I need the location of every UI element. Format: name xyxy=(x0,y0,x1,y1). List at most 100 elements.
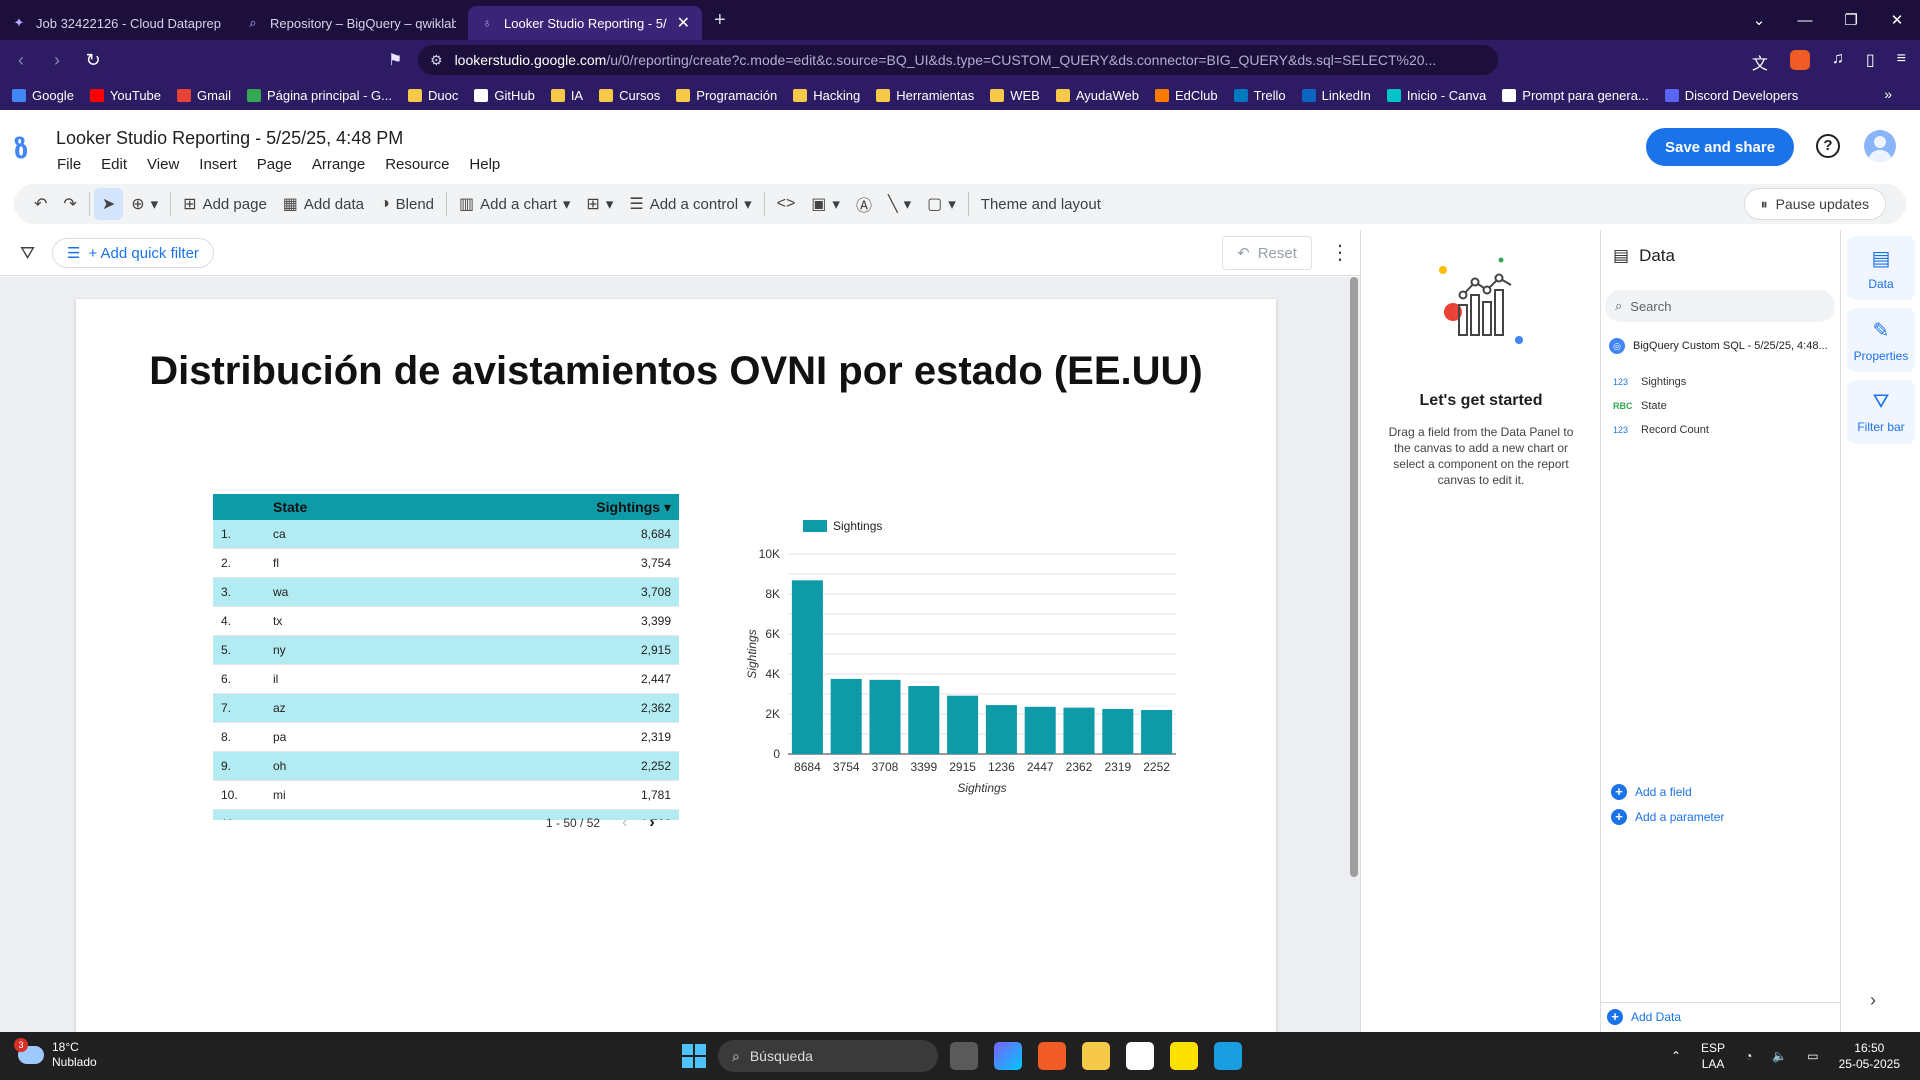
embed-button[interactable]: <> xyxy=(769,188,804,220)
tab-filter-bar[interactable]: ⛛ Filter bar xyxy=(1847,380,1915,444)
table-row[interactable]: 9. oh 2,252 xyxy=(213,752,679,781)
new-tab-button[interactable]: + xyxy=(702,9,738,32)
table-row[interactable]: 3. wa 3,708 xyxy=(213,578,679,607)
save-and-share-button[interactable]: Save and share xyxy=(1646,128,1794,166)
chevron-right-icon[interactable]: › xyxy=(1870,990,1876,1011)
weather-widget[interactable]: 3 18°C Nublado xyxy=(14,1038,97,1070)
sightings-bar-chart[interactable]: Sightings 0 2K 4K 6K 8K 10K 8684 3754 3708 3399 291… xyxy=(736,499,1196,809)
bookmark-item[interactable]: Inicio - Canva xyxy=(1386,88,1486,103)
menu-view[interactable]: View xyxy=(147,156,179,173)
close-icon[interactable]: ✕ xyxy=(677,13,690,33)
add-control-button[interactable]: ☰ Add a control ▾ xyxy=(621,188,759,220)
table-row[interactable]: 5. ny 2,915 xyxy=(213,636,679,665)
avatar[interactable] xyxy=(1864,130,1896,162)
site-settings-icon[interactable]: ⚙ xyxy=(430,52,443,69)
zoom-button[interactable]: ⊕ ▾ xyxy=(123,188,166,220)
brave-shield-icon[interactable] xyxy=(1789,50,1810,70)
add-data-source-button[interactable]: + Add Data xyxy=(1607,1009,1681,1025)
shape-button[interactable]: ▢ ▾ xyxy=(919,188,964,220)
help-icon[interactable]: ? xyxy=(1816,134,1840,158)
image-button[interactable]: ▣ ▾ xyxy=(803,188,848,220)
field-search-input[interactable]: ⌕ Search xyxy=(1605,290,1835,322)
bookmark-item[interactable]: Google xyxy=(12,88,74,103)
bookmark-item[interactable]: LinkedIn xyxy=(1301,88,1371,103)
menu-help[interactable]: Help xyxy=(469,156,500,173)
bookmark-item[interactable]: WEB xyxy=(990,88,1040,103)
menu-edit[interactable]: Edit xyxy=(101,156,127,173)
copilot-icon[interactable] xyxy=(994,1042,1022,1070)
undo-button[interactable]: ↶ xyxy=(26,188,55,220)
bookmark-item[interactable]: AyudaWeb xyxy=(1055,88,1139,103)
looker-studio-logo-icon[interactable]: ზ xyxy=(14,134,40,166)
menu-file[interactable]: File xyxy=(57,156,81,173)
field-state[interactable]: RBC State xyxy=(1613,400,1667,412)
add-parameter-button[interactable]: + Add a parameter xyxy=(1611,809,1724,825)
table-row[interactable]: 8. pa 2,319 xyxy=(213,723,679,752)
url-field[interactable]: ⚙ lookerstudio.google.com/u/0/reporting/… xyxy=(418,45,1498,75)
menu-insert[interactable]: Insert xyxy=(199,156,237,173)
reload-icon[interactable]: ↻ xyxy=(84,50,102,71)
table-row[interactable]: 1. ca 8,684 xyxy=(213,520,679,549)
battery-icon[interactable]: ▭ xyxy=(1807,1049,1818,1063)
theme-layout-button[interactable]: Theme and layout xyxy=(973,188,1109,220)
clock[interactable]: 16:50 25-05-2025 xyxy=(1839,1040,1900,1072)
bookmark-icon[interactable]: ⚑ xyxy=(388,50,402,70)
bookmark-item[interactable]: GitHub xyxy=(474,88,535,103)
file-explorer-icon[interactable] xyxy=(1082,1042,1110,1070)
bookmark-item[interactable]: Hacking xyxy=(793,88,860,103)
chevron-up-icon[interactable]: ⌃ xyxy=(1671,1049,1681,1063)
close-window-icon[interactable]: ✕ xyxy=(1874,11,1920,29)
table-row[interactable]: 4. tx 3,399 xyxy=(213,607,679,636)
add-quick-filter-button[interactable]: ☰ + Add quick filter xyxy=(52,238,214,268)
community-viz-button[interactable]: ⊞ ▾ xyxy=(578,188,621,220)
bookmark-item[interactable]: Herramientas xyxy=(876,88,974,103)
table-row[interactable]: 10. mi 1,781 xyxy=(213,781,679,810)
bookmark-item[interactable]: EdClub xyxy=(1154,88,1218,103)
table-row[interactable]: 6. il 2,447 xyxy=(213,665,679,694)
back-icon[interactable]: ‹ xyxy=(12,50,30,71)
bookmark-item[interactable]: Cursos xyxy=(599,88,660,103)
add-field-button[interactable]: + Add a field xyxy=(1611,784,1692,800)
state-column-header[interactable]: State xyxy=(273,499,559,515)
line-button[interactable]: ╲ ▾ xyxy=(880,188,919,220)
volume-icon[interactable]: 🔈 xyxy=(1772,1049,1787,1063)
sightings-column-header[interactable]: Sightings ▾ xyxy=(559,499,679,516)
data-source-item[interactable]: ◎ BigQuery Custom SQL - 5/25/25, 4:48... xyxy=(1609,338,1837,354)
bookmark-item[interactable]: Trello xyxy=(1233,88,1286,103)
bookmark-item[interactable]: Discord Developers xyxy=(1664,88,1798,103)
report-page[interactable]: Distribución de avistamientos OVNI por e… xyxy=(76,299,1276,1039)
menu-icon[interactable]: ≡ xyxy=(1897,50,1906,74)
report-title[interactable]: Distribución de avistamientos OVNI por e… xyxy=(76,349,1276,394)
report-name[interactable]: Looker Studio Reporting - 5/25/25, 4:48 … xyxy=(56,128,403,149)
redo-button[interactable]: ↷ xyxy=(55,188,84,220)
select-tool-button[interactable]: ➤ xyxy=(93,188,124,220)
tab-list-icon[interactable]: ⌄ xyxy=(1736,11,1782,29)
bookmark-item[interactable]: IA xyxy=(550,88,583,103)
filter-icon[interactable]: ⛛ xyxy=(20,243,35,264)
notion-icon[interactable] xyxy=(1126,1042,1154,1070)
sticky-notes-icon[interactable] xyxy=(1170,1042,1198,1070)
add-chart-button[interactable]: ▥ Add a chart ▾ xyxy=(451,188,578,220)
table-row[interactable]: 7. az 2,362 xyxy=(213,694,679,723)
text-button[interactable]: Ⓐ xyxy=(848,188,880,220)
restore-icon[interactable]: ❐ xyxy=(1828,11,1874,29)
more-bookmarks-icon[interactable]: » xyxy=(1884,86,1892,102)
tab-looker-studio[interactable]: ♁ Looker Studio Reporting - 5/25 ✕ xyxy=(468,6,702,40)
language-indicator[interactable]: ESP LAA xyxy=(1701,1040,1725,1072)
bookmark-item[interactable]: Programación xyxy=(676,88,777,103)
next-page-icon[interactable]: › xyxy=(649,814,654,832)
tab-bigquery[interactable]: ⌕ Repository – BigQuery – qwiklabs-g xyxy=(234,6,468,40)
prev-page-icon[interactable]: ‹ xyxy=(622,814,627,832)
menu-page[interactable]: Page xyxy=(257,156,292,173)
field-sightings[interactable]: 123 Sightings xyxy=(1613,376,1686,388)
sidebar-icon[interactable]: ▯ xyxy=(1866,50,1875,74)
bookmark-item[interactable]: Página principal - G... xyxy=(246,88,392,103)
blend-button[interactable]: ◑ Blend xyxy=(372,188,442,220)
windows-start-icon[interactable] xyxy=(682,1044,706,1068)
menu-arrange[interactable]: Arrange xyxy=(312,156,365,173)
tab-data[interactable]: ▤ Data xyxy=(1847,236,1915,300)
wifi-icon[interactable]: ◔ xyxy=(1745,1049,1752,1063)
taskbar-search[interactable]: ⌕ Búsqueda xyxy=(718,1040,938,1072)
add-data-button[interactable]: ▦ Add data xyxy=(275,188,372,220)
forward-icon[interactable]: › xyxy=(48,50,66,71)
